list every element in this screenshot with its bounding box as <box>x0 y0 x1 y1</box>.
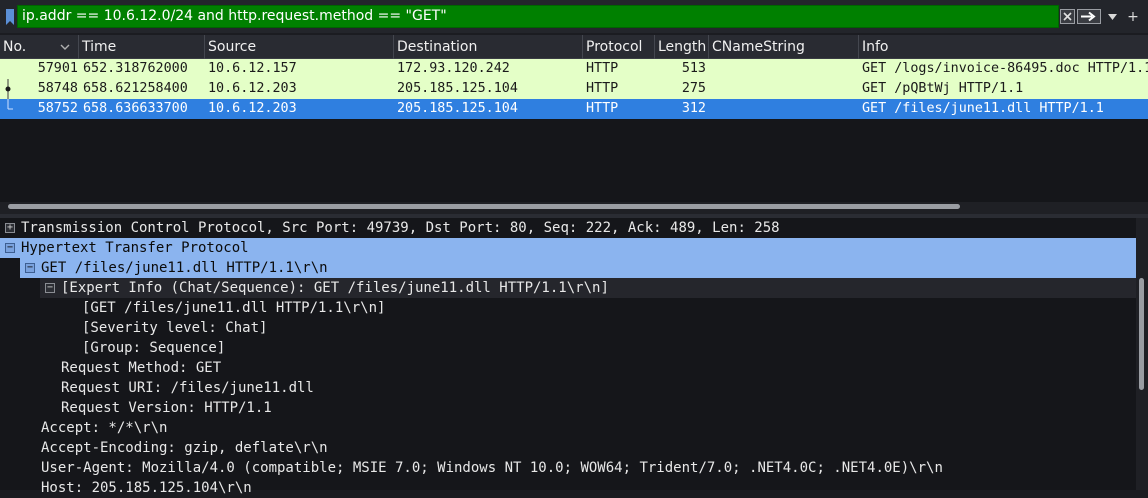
column-header-label: No. <box>3 39 27 55</box>
tree-item-label: Transmission Control Protocol, Src Port:… <box>21 220 780 236</box>
expand-plus-icon[interactable]: + <box>5 223 15 233</box>
column-header-info[interactable]: Info <box>859 35 1148 59</box>
sort-chevron-down-icon <box>60 44 70 50</box>
tree-item-request-version[interactable]: Request Version: HTTP/1.1 <box>61 398 272 418</box>
packet-row[interactable]: 57901 652.318762000 10.6.12.157 172.93.1… <box>0 59 1148 79</box>
packet-row[interactable]: 58748 658.621258400 10.6.12.203 205.185.… <box>0 79 1148 99</box>
packet-details-tree: + Transmission Control Protocol, Src Por… <box>0 218 1148 496</box>
tree-item-label: Hypertext Transfer Protocol <box>21 240 249 256</box>
column-header-no[interactable]: No. <box>0 35 79 59</box>
packet-info: GET /logs/invoice-86495.doc HTTP/1.1 <box>862 61 1148 76</box>
packet-number: 57901 <box>37 61 78 76</box>
tree-item-expert-message[interactable]: [GET /files/june11.dll HTTP/1.1\r\n] <box>82 298 385 318</box>
filter-dropdown-chevron-icon[interactable] <box>1106 7 1118 26</box>
tree-item-label: GET /files/june11.dll HTTP/1.1\r\n <box>41 260 328 276</box>
tree-item-user-agent[interactable]: User-Agent: Mozilla/4.0 (compatible; MSI… <box>41 458 943 478</box>
packet-source: 10.6.12.203 <box>208 81 297 96</box>
tree-item-expert-info[interactable]: − [Expert Info (Chat/Sequence): GET /fil… <box>40 278 1136 298</box>
details-vertical-scrollbar[interactable] <box>1136 218 1148 490</box>
column-header-cnamestring[interactable]: CNameString <box>709 35 859 59</box>
tree-item-host[interactable]: Host: 205.185.125.104\r\n <box>41 478 252 498</box>
column-header-length[interactable]: Length <box>655 35 709 59</box>
collapse-minus-icon[interactable]: − <box>5 243 15 253</box>
tree-item-tcp[interactable]: + Transmission Control Protocol, Src Por… <box>0 218 1136 238</box>
tree-item-request-method[interactable]: Request Method: GET <box>61 358 221 378</box>
clear-filter-icon[interactable] <box>1059 7 1075 26</box>
tree-item-request-uri[interactable]: Request URI: /files/june11.dll <box>61 378 314 398</box>
tree-item-accept[interactable]: Accept: */*\r\n <box>41 418 167 438</box>
packet-time: 658.636633700 <box>83 101 188 116</box>
display-filter-toolbar: ip.addr == 10.6.12.0/24 and http.request… <box>0 0 1148 33</box>
packet-number: 58752 <box>37 101 78 116</box>
packet-info: GET /pQBtWj HTTP/1.1 <box>862 81 1024 96</box>
scrollbar-thumb[interactable] <box>8 204 960 209</box>
packet-list: 57901 652.318762000 10.6.12.157 172.93.1… <box>0 59 1148 202</box>
packet-protocol: HTTP <box>586 61 619 76</box>
tree-item-group[interactable]: [Group: Sequence] <box>82 338 225 358</box>
packet-source: 10.6.12.203 <box>208 101 297 116</box>
filter-bookmark-icon[interactable] <box>3 6 17 27</box>
packet-info: GET /files/june11.dll HTTP/1.1 <box>862 101 1104 116</box>
column-header-time[interactable]: Time <box>79 35 205 59</box>
packet-length: 275 <box>681 81 706 96</box>
packet-time: 658.621258400 <box>83 81 188 96</box>
packet-length: 513 <box>681 61 706 76</box>
column-header-protocol[interactable]: Protocol <box>583 35 655 59</box>
packet-number: 58748 <box>37 81 78 96</box>
apply-filter-arrow-icon[interactable] <box>1077 7 1101 26</box>
column-header-source[interactable]: Source <box>205 35 394 59</box>
packet-protocol: HTTP <box>586 101 619 116</box>
packet-time: 652.318762000 <box>83 61 188 76</box>
packet-protocol: HTTP <box>586 81 619 96</box>
packet-destination: 205.185.125.104 <box>397 101 518 116</box>
packet-list-header: No. Time Source Destination Protocol Len… <box>0 35 1148 59</box>
tree-item-label: [Expert Info (Chat/Sequence): GET /files… <box>61 280 609 296</box>
packet-destination: 205.185.125.104 <box>397 81 518 96</box>
tree-item-request-line[interactable]: − GET /files/june11.dll HTTP/1.1\r\n <box>20 258 1136 278</box>
packet-length: 312 <box>681 101 706 116</box>
tree-item-severity[interactable]: [Severity level: Chat] <box>82 318 267 338</box>
add-filter-button[interactable]: + <box>1125 7 1141 26</box>
column-header-destination[interactable]: Destination <box>394 35 583 59</box>
collapse-minus-icon[interactable]: − <box>25 263 35 273</box>
packet-destination: 172.93.120.242 <box>397 61 510 76</box>
packet-list-horizontal-scrollbar[interactable] <box>0 202 1148 214</box>
packet-row-selected[interactable]: 58752 658.636633700 10.6.12.203 205.185.… <box>0 99 1148 119</box>
tree-item-http[interactable]: − Hypertext Transfer Protocol <box>0 238 1136 258</box>
display-filter-input[interactable]: ip.addr == 10.6.12.0/24 and http.request… <box>17 5 1059 28</box>
scrollbar-thumb[interactable] <box>1139 278 1144 390</box>
packet-source: 10.6.12.157 <box>208 61 297 76</box>
collapse-minus-icon[interactable]: − <box>45 283 55 293</box>
tree-item-accept-encoding[interactable]: Accept-Encoding: gzip, deflate\r\n <box>41 438 328 458</box>
